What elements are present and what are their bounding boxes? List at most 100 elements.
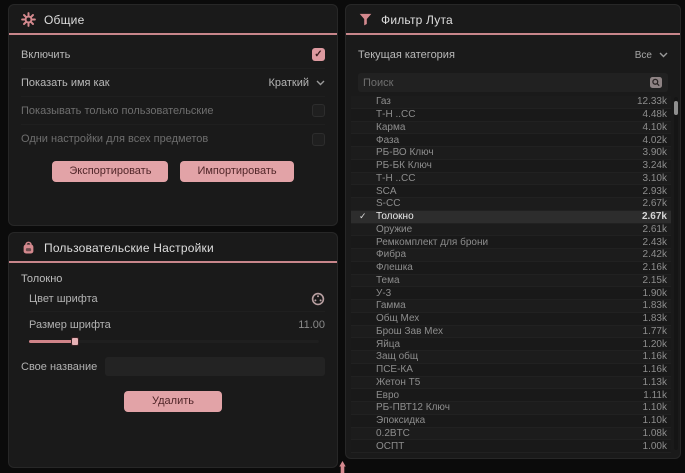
item-name: Фаза	[376, 135, 399, 146]
item-name: Оружие	[376, 224, 412, 235]
item-value: 2.15k	[643, 275, 667, 286]
backpack-icon	[21, 240, 36, 255]
list-item[interactable]: РБ-БК Ключ3.24k	[351, 160, 671, 173]
list-item[interactable]: Оружие 2.61k	[351, 224, 671, 237]
search-box	[358, 73, 668, 92]
general-panel-header: Общие	[9, 5, 337, 35]
custom-name-row: Свое название	[21, 357, 325, 376]
list-item[interactable]: Газ12.33k	[351, 96, 671, 109]
item-name: РБ-ПВТ12 Ключ	[376, 402, 450, 413]
item-name: Толокно	[376, 211, 414, 222]
list-item[interactable]: Флешка 2.16k	[351, 262, 671, 275]
font-size-label: Размер шрифта	[29, 319, 111, 331]
item-name: Гамма	[376, 300, 406, 311]
name-mode-dropdown[interactable]: Краткий	[268, 77, 325, 89]
item-value: 3.24k	[643, 160, 667, 171]
list-item[interactable]: S-CC 2.67k	[351, 198, 671, 211]
font-size-row: Размер шрифта 11.00	[29, 312, 325, 337]
import-button[interactable]: Импортировать	[180, 161, 293, 182]
item-name: Тема	[376, 275, 400, 286]
setting-row-only-custom: Показывать только пользовательские	[21, 97, 325, 125]
list-item[interactable]: Эпоксидка 1.10k	[351, 415, 671, 428]
list-item[interactable]: SCA2.93k	[351, 185, 671, 198]
color-palette-icon[interactable]	[311, 292, 325, 306]
list-item[interactable]: Ремкомплект для брони 2.43k	[351, 236, 671, 249]
custom-name-input[interactable]	[105, 357, 325, 376]
only-custom-label: Показывать только пользовательские	[21, 105, 214, 117]
list-item[interactable]: Общ Мех1.83k	[351, 313, 671, 326]
item-name: S-CC	[376, 198, 400, 209]
custom-settings-header: Пользовательские Настройки	[9, 233, 337, 263]
custom-settings-title: Пользовательские Настройки	[44, 241, 214, 255]
slider-fill	[29, 340, 75, 343]
category-row: Текущая категория Все	[358, 44, 668, 66]
list-item[interactable]: Евро1.11k	[351, 389, 671, 402]
item-name: Т-Н ..СС	[376, 109, 415, 120]
item-name: Фибра	[376, 249, 406, 260]
font-size-slider[interactable]	[29, 340, 319, 343]
item-name: Флешка	[376, 262, 413, 273]
item-value: 1.83k	[643, 313, 667, 324]
export-button[interactable]: Экспортировать	[52, 161, 168, 182]
list-item[interactable]: Фаза 4.02k	[351, 134, 671, 147]
scrollbar-track[interactable]	[674, 97, 678, 450]
item-value: 2.61k	[643, 224, 667, 235]
item-value: 1.10k	[643, 415, 667, 426]
item-name: ПСЕ-КА	[376, 364, 413, 375]
item-value: 2.42k	[643, 249, 667, 260]
item-name: Газ	[376, 96, 391, 107]
item-value: 4.48k	[643, 109, 667, 120]
item-value: 1.90k	[643, 288, 667, 299]
list-item[interactable]: Яйца1.20k	[351, 338, 671, 351]
gear-icon	[21, 12, 36, 27]
list-item[interactable]: Защ общ1.16k	[351, 351, 671, 364]
list-item[interactable]: Тема 2.15k	[351, 275, 671, 288]
list-item[interactable]: Т-Н ..СС3.10k	[351, 173, 671, 186]
item-value: 2.16k	[643, 262, 667, 273]
scrollbar-thumb[interactable]	[674, 101, 678, 115]
item-name: Эпоксидка	[376, 415, 425, 426]
item-value: 3.90k	[643, 147, 667, 158]
item-name: 0.2BTC	[376, 428, 410, 439]
font-size-value: 11.00	[298, 319, 325, 331]
list-item[interactable]: РБ-ПВТ12 Ключ1.10k	[351, 402, 671, 415]
list-item[interactable]: У-31.90k	[351, 287, 671, 300]
enable-checkbox[interactable]: ✓	[312, 48, 325, 61]
item-value: 2.93k	[643, 186, 667, 197]
item-value: 4.02k	[643, 135, 667, 146]
item-name: Ремкомплект для брони	[376, 237, 488, 248]
slider-thumb[interactable]	[71, 337, 79, 346]
font-color-label: Цвет шрифта	[29, 293, 98, 305]
only-custom-checkbox[interactable]	[312, 104, 325, 117]
list-item[interactable]: РБ-ВО Ключ3.90k	[351, 147, 671, 160]
loot-list: Газ12.33kТ-Н ..СС4.48kКарма4.10kФаза4.02…	[351, 96, 671, 453]
item-value: 1.08k	[643, 428, 667, 439]
setting-row-enable: Включить ✓	[21, 41, 325, 69]
item-value: 1.00k	[643, 441, 667, 452]
list-item[interactable]: ПСЕ-КА1.16k	[351, 364, 671, 377]
list-item[interactable]: ОСПТ 1.00k	[351, 440, 671, 453]
list-item[interactable]: ✓Толокно2.67k	[351, 211, 671, 224]
list-item[interactable]: Т-Н ..СС 4.48k	[351, 109, 671, 122]
category-label: Текущая категория	[358, 49, 455, 61]
delete-button[interactable]: Удалить	[124, 391, 222, 412]
list-item[interactable]: Гамма1.83k	[351, 300, 671, 313]
item-name: ОСПТ	[376, 441, 404, 452]
search-icon[interactable]	[649, 76, 663, 89]
list-item[interactable]: Карма4.10k	[351, 122, 671, 135]
list-item[interactable]: Жетон Т51.13k	[351, 377, 671, 390]
item-name: Жетон Т5	[376, 377, 420, 388]
item-name: Т-Н ..СС	[376, 173, 415, 184]
item-name: Брош Зав Мех	[376, 326, 443, 337]
list-item[interactable]: Брош Зав Мех1.77k	[351, 326, 671, 339]
category-dropdown[interactable]: Все	[635, 50, 668, 61]
item-value: 2.43k	[643, 237, 667, 248]
list-item[interactable]: 0.2BTC 1.08k	[351, 428, 671, 441]
search-input[interactable]	[363, 77, 649, 89]
general-panel-title: Общие	[44, 13, 84, 27]
same-settings-checkbox[interactable]	[312, 133, 325, 146]
name-mode-label: Показать имя как	[21, 77, 110, 89]
list-item[interactable]: Фибра 2.42k	[351, 249, 671, 262]
item-value: 2.67k	[643, 198, 667, 209]
setting-row-name-mode: Показать имя как Краткий	[21, 69, 325, 97]
